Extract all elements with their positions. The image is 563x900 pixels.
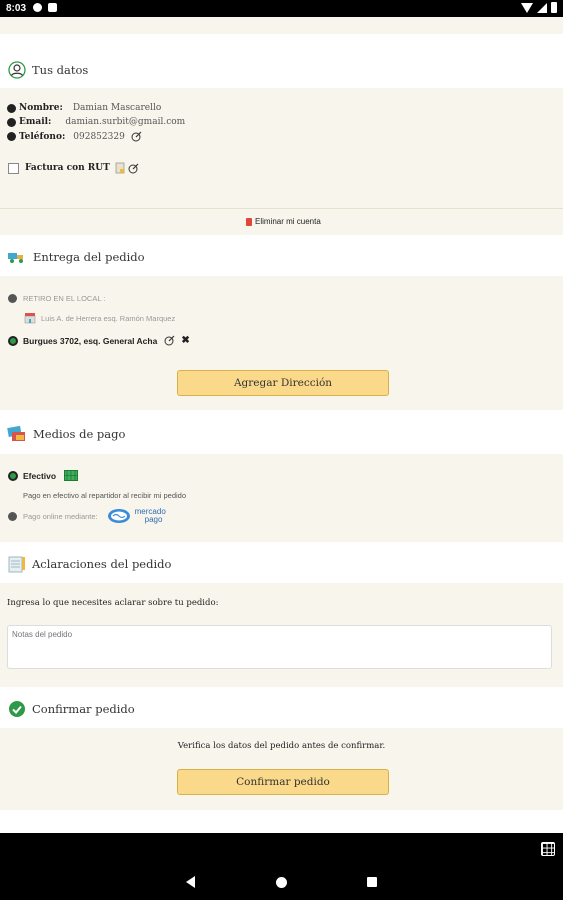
eliminar-label: Eliminar mi cuenta (255, 217, 321, 226)
nombre-label: Nombre: (19, 103, 63, 113)
phone-icon (7, 132, 16, 141)
top-strip (0, 17, 563, 34)
edit-icon[interactable] (164, 335, 175, 346)
online-label: Pago online mediante: (23, 511, 98, 521)
efectivo-option[interactable]: Efectivo (8, 470, 79, 481)
section-title: Aclaraciones del pedido (32, 557, 172, 571)
aclaraciones-header: Aclaraciones del pedido (0, 545, 563, 583)
notepad-icon (8, 555, 26, 573)
eliminar-cuenta-link[interactable]: Eliminar mi cuenta (246, 217, 321, 226)
retiro-address-row: Luis A. de Herrera esq. Ramón Marquez (24, 312, 175, 324)
radio-unselected[interactable] (8, 511, 17, 521)
factura-label: Factura con RUT (25, 163, 110, 173)
tus-datos-header: Tus datos (0, 52, 563, 88)
user-icon (8, 61, 26, 79)
radio-selected[interactable] (8, 335, 18, 346)
telefono-row: Teléfono: 092852329 (7, 131, 142, 142)
navigation-bar (0, 833, 563, 900)
section-title: Medios de pago (33, 427, 126, 441)
notification-icon (48, 3, 57, 12)
email-label: Email: (19, 117, 52, 127)
mercadopago-line2: pago (144, 515, 163, 524)
section-title: Entrega del pedido (33, 250, 145, 264)
telefono-label: Teléfono: (19, 131, 66, 142)
trash-icon (246, 217, 252, 226)
confirmar-header: Confirmar pedido (0, 690, 563, 728)
online-option[interactable]: Pago online mediante: mercado pago (8, 508, 166, 524)
keyboard-icon[interactable] (541, 842, 555, 856)
close-icon[interactable]: ✖ (181, 335, 189, 346)
confirm-order-button[interactable]: Confirmar pedido (177, 769, 389, 795)
telefono-value: 092852329 (73, 131, 125, 142)
signal-icon (537, 2, 547, 13)
section-title: Confirmar pedido (32, 702, 135, 716)
home-icon[interactable] (276, 877, 287, 888)
battery-icon (551, 2, 557, 13)
email-row: Email: damian.surbit@gmail.com (7, 117, 185, 127)
divider (0, 208, 563, 209)
radio-selected[interactable] (8, 470, 18, 481)
email-value: damian.surbit@gmail.com (65, 117, 186, 127)
document-icon (115, 162, 125, 174)
wallet-icon (7, 425, 27, 443)
pago-header: Medios de pago (0, 414, 563, 454)
person-icon (7, 103, 16, 113)
retiro-option[interactable]: RETIRO EN EL LOCAL : (8, 294, 105, 303)
cash-icon (64, 470, 79, 481)
address-option[interactable]: Burgues 3702, esq. General Acha ✖ (8, 335, 190, 346)
wifi-icon (521, 2, 533, 13)
notification-icon (33, 3, 42, 12)
notes-textarea[interactable] (7, 625, 552, 669)
verify-text: Verifica los datos del pedido antes de c… (177, 741, 386, 751)
entrega-header: Entrega del pedido (0, 238, 563, 276)
edit-icon[interactable] (128, 163, 139, 174)
clock: 8:03 (6, 3, 27, 14)
nombre-value: Damian Mascarello (72, 103, 162, 113)
envelope-icon (7, 117, 16, 127)
section-title: Tus datos (32, 63, 89, 77)
mercadopago-text: mercado pago (135, 508, 166, 524)
efectivo-desc: Pago en efectivo al repartidor al recibi… (23, 491, 187, 500)
retiro-address: Luis A. de Herrera esq. Ramón Marquez (41, 313, 176, 323)
mercadopago-logo (107, 508, 131, 524)
edit-icon[interactable] (131, 131, 142, 142)
add-address-button[interactable]: Agregar Dirección (177, 370, 389, 396)
status-bar: 8:03 (0, 0, 563, 17)
retiro-label: RETIRO EN EL LOCAL : (23, 294, 106, 303)
delivery-icon (7, 250, 27, 264)
recents-icon[interactable] (367, 877, 377, 887)
efectivo-label: Efectivo (23, 470, 57, 481)
aclaraciones-prompt: Ingresa lo que necesites aclarar sobre t… (7, 598, 219, 608)
nombre-row: Nombre: Damian Mascarello (7, 103, 161, 113)
back-icon[interactable] (186, 876, 195, 888)
factura-row: Factura con RUT (8, 162, 139, 174)
radio-unselected[interactable] (8, 294, 17, 303)
check-circle-icon (8, 700, 26, 718)
factura-checkbox[interactable] (8, 162, 19, 174)
store-icon (24, 312, 36, 324)
address-label: Burgues 3702, esq. General Acha (23, 335, 158, 346)
